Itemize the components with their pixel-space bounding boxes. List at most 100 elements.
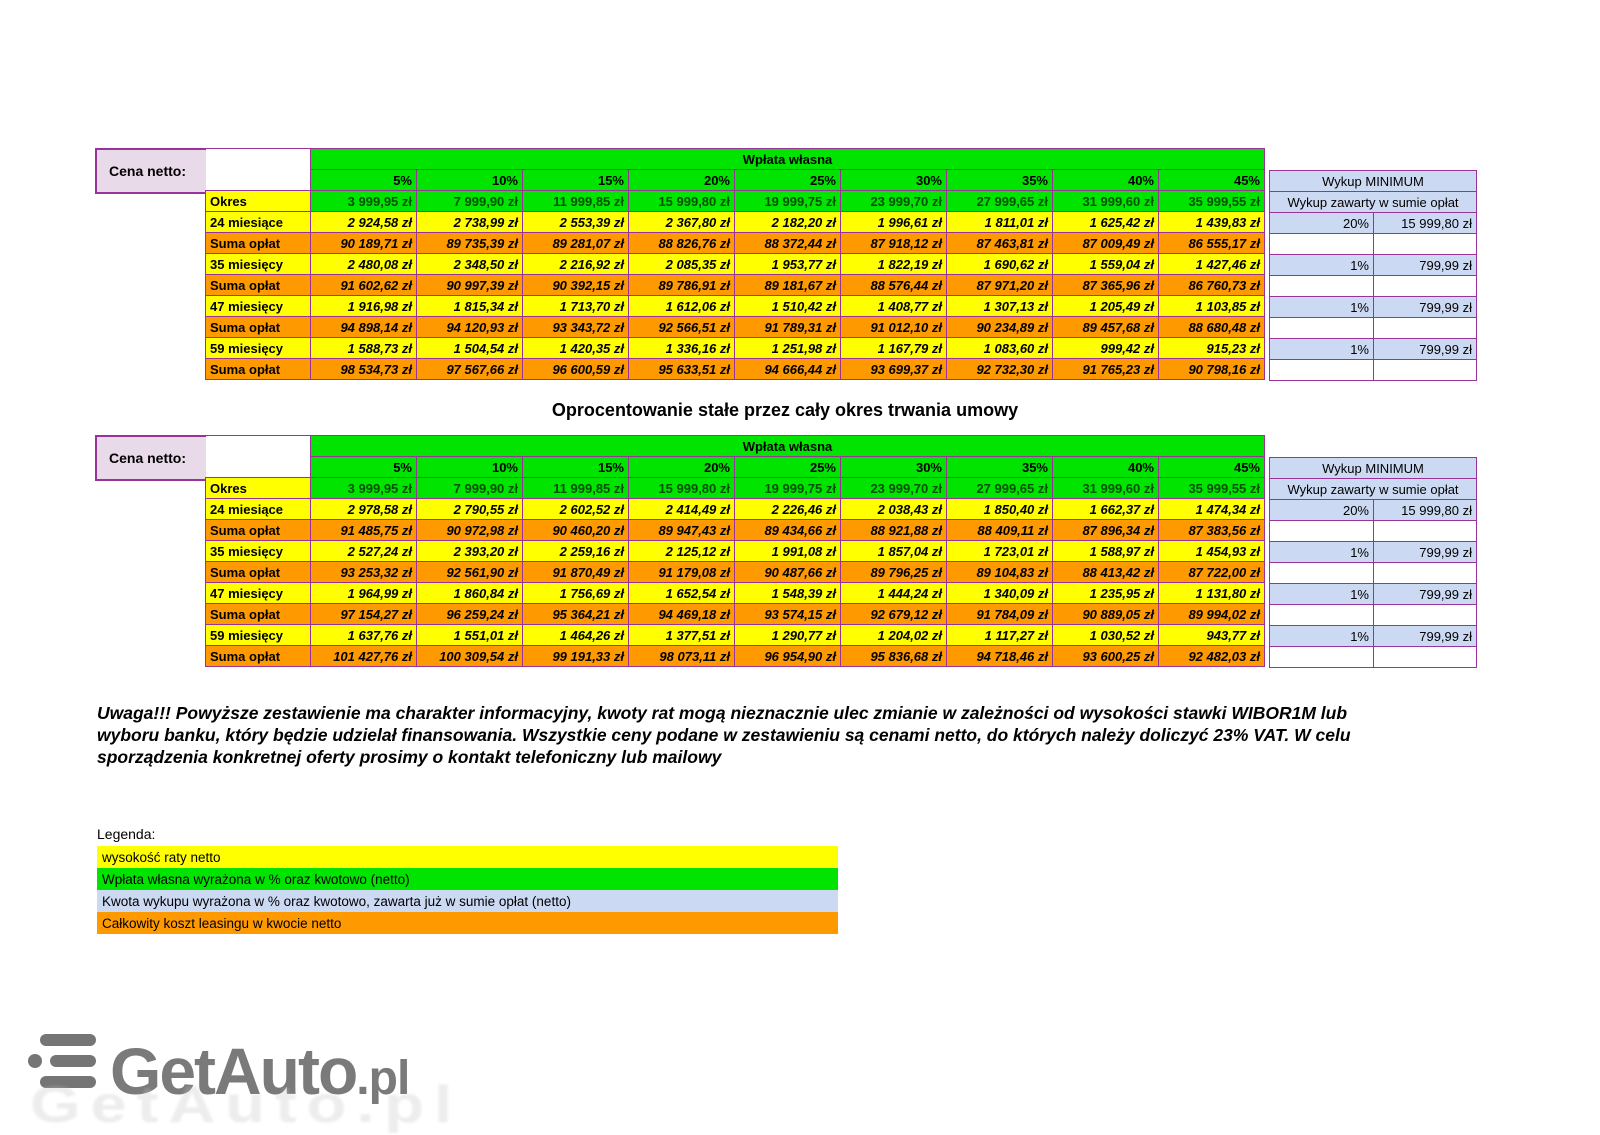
wykup-empty-cell — [1374, 276, 1477, 297]
wplata-amount-cell: 35 999,55 zł — [1159, 191, 1265, 212]
rata-cell: 1 652,54 zł — [629, 583, 735, 604]
rata-cell: 943,77 zł — [1159, 625, 1265, 646]
rata-cell: 2 085,35 zł — [629, 254, 735, 275]
wplata-amount-cell: 31 999,60 zł — [1053, 191, 1159, 212]
suma-oplat-cell: 90 189,71 zł — [311, 233, 417, 254]
wykup-amount-cell: 799,99 zł — [1374, 542, 1477, 563]
rata-cell: 1 953,77 zł — [735, 254, 841, 275]
suma-oplat-cell: 93 253,32 zł — [311, 562, 417, 583]
rata-cell: 1 504,54 zł — [417, 338, 523, 359]
rata-cell: 1 612,06 zł — [629, 296, 735, 317]
suma-oplat-cell: 87 896,34 zł — [1053, 520, 1159, 541]
rata-cell: 1 713,70 zł — [523, 296, 629, 317]
percent-header-cell: 25% — [735, 170, 841, 191]
wykup-subtitle: Wykup zawarty w sumie opłat — [1270, 479, 1477, 500]
rata-cell: 1 454,93 zł — [1159, 541, 1265, 562]
wplata-wlasna-header: Wpłata własna — [311, 436, 1265, 457]
okres-months-row-label: 24 miesiące — [206, 499, 311, 520]
rata-cell: 2 738,99 zł — [417, 212, 523, 233]
rata-cell: 1 811,01 zł — [947, 212, 1053, 233]
wplata-amount-cell: 3 999,95 zł — [311, 478, 417, 499]
suma-oplat-cell: 90 234,89 zł — [947, 317, 1053, 338]
rata-cell: 1 420,35 zł — [523, 338, 629, 359]
percent-header-cell: 35% — [947, 170, 1053, 191]
suma-oplat-cell: 90 798,16 zł — [1159, 359, 1265, 380]
suma-oplat-cell: 91 784,09 zł — [947, 604, 1053, 625]
suma-oplat-row-label: Suma opłat — [206, 562, 311, 583]
wplata-amount-cell: 3 999,95 zł — [311, 191, 417, 212]
legend-item: Kwota wykupu wyrażona w % oraz kwotowo, … — [97, 890, 838, 912]
wykup-empty-cell — [1270, 276, 1374, 297]
cena-netto-label: Cena netto: — [109, 450, 186, 466]
rata-cell: 1 857,04 zł — [841, 541, 947, 562]
wplata-amount-cell: 7 999,90 zł — [417, 478, 523, 499]
rata-cell: 2 038,43 zł — [841, 499, 947, 520]
suma-oplat-cell: 91 179,08 zł — [629, 562, 735, 583]
wplata-amount-cell: 19 999,75 zł — [735, 478, 841, 499]
legend-item: Całkowity koszt leasingu w kwocie netto — [97, 912, 838, 934]
wykup-percent-cell: 1% — [1270, 626, 1374, 647]
okres-row-label: Okres — [206, 478, 311, 499]
wplata-amount-cell: 23 999,70 zł — [841, 478, 947, 499]
percent-header-cell: 15% — [523, 170, 629, 191]
note-line: sporządzenia konkretnej oferty prosimy o… — [97, 746, 1497, 768]
rata-cell: 915,23 zł — [1159, 338, 1265, 359]
rata-cell: 1 822,19 zł — [841, 254, 947, 275]
suma-oplat-cell: 89 281,07 zł — [523, 233, 629, 254]
rata-cell: 2 602,52 zł — [523, 499, 629, 520]
suma-oplat-cell: 87 365,96 zł — [1053, 275, 1159, 296]
wplata-amount-cell: 7 999,90 zł — [417, 191, 523, 212]
rata-cell: 2 553,39 zł — [523, 212, 629, 233]
suma-oplat-cell: 98 073,11 zł — [629, 646, 735, 667]
rata-cell: 1 662,37 zł — [1053, 499, 1159, 520]
suma-oplat-cell: 87 722,00 zł — [1159, 562, 1265, 583]
wykup-amount-cell: 799,99 zł — [1374, 626, 1477, 647]
rata-cell: 1 850,40 zł — [947, 499, 1053, 520]
cena-netto-label: Cena netto: — [109, 163, 186, 179]
percent-header-cell: 30% — [841, 457, 947, 478]
suma-oplat-cell: 89 181,67 zł — [735, 275, 841, 296]
suma-oplat-cell: 98 534,73 zł — [311, 359, 417, 380]
suma-oplat-cell: 92 482,03 zł — [1159, 646, 1265, 667]
rata-cell: 1 860,84 zł — [417, 583, 523, 604]
wykup-empty-cell — [1374, 521, 1477, 542]
rata-cell: 2 480,08 zł — [311, 254, 417, 275]
wplata-amount-cell: 11 999,85 zł — [523, 191, 629, 212]
percent-header-cell: 35% — [947, 457, 1053, 478]
suma-oplat-cell: 94 120,93 zł — [417, 317, 523, 338]
suma-oplat-cell: 86 555,17 zł — [1159, 233, 1265, 254]
rata-cell: 1 815,34 zł — [417, 296, 523, 317]
leasing-table-fixed-rate: Wpłata własna5%10%15%20%25%30%35%40%45%O… — [205, 435, 1265, 667]
suma-oplat-cell: 90 997,39 zł — [417, 275, 523, 296]
suma-oplat-cell: 87 918,12 zł — [841, 233, 947, 254]
suma-oplat-cell: 95 836,68 zł — [841, 646, 947, 667]
suma-oplat-cell: 93 600,25 zł — [1053, 646, 1159, 667]
suma-oplat-cell: 94 898,14 zł — [311, 317, 417, 338]
wykup-amount-cell: 799,99 zł — [1374, 339, 1477, 360]
suma-oplat-cell: 92 679,12 zł — [841, 604, 947, 625]
wykup-amount-cell: 799,99 zł — [1374, 297, 1477, 318]
suma-oplat-cell: 91 789,31 zł — [735, 317, 841, 338]
percent-header-cell: 45% — [1159, 170, 1265, 191]
suma-oplat-cell: 94 666,44 zł — [735, 359, 841, 380]
suma-oplat-cell: 95 633,51 zł — [629, 359, 735, 380]
rata-cell: 2 259,16 zł — [523, 541, 629, 562]
rata-cell: 1 637,76 zł — [311, 625, 417, 646]
wplata-amount-cell: 15 999,80 zł — [629, 191, 735, 212]
rata-cell: 1 474,34 zł — [1159, 499, 1265, 520]
suma-oplat-cell: 87 971,20 zł — [947, 275, 1053, 296]
rata-cell: 2 527,24 zł — [311, 541, 417, 562]
suma-oplat-row-label: Suma opłat — [206, 317, 311, 338]
wplata-amount-cell: 15 999,80 zł — [629, 478, 735, 499]
suma-oplat-cell: 97 154,27 zł — [311, 604, 417, 625]
wykup-empty-cell — [1374, 318, 1477, 339]
suma-oplat-row-label: Suma opłat — [206, 604, 311, 625]
suma-oplat-cell: 88 409,11 zł — [947, 520, 1053, 541]
wykup-empty-cell — [1270, 360, 1374, 381]
rata-cell: 2 125,12 zł — [629, 541, 735, 562]
rata-cell: 2 790,55 zł — [417, 499, 523, 520]
okres-months-row-label: 47 miesięcy — [206, 583, 311, 604]
rata-cell: 1 625,42 zł — [1053, 212, 1159, 233]
rata-cell: 1 588,73 zł — [311, 338, 417, 359]
suma-oplat-cell: 87 383,56 zł — [1159, 520, 1265, 541]
